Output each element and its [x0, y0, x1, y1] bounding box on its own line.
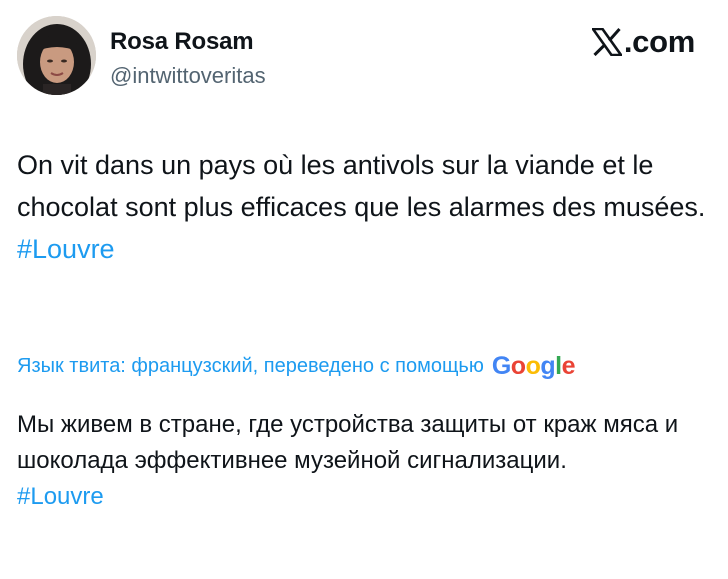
translation-label[interactable]: Язык твита: французский, переведено с по… [17, 355, 484, 378]
translated-hashtag-link[interactable]: #Louvre [17, 479, 717, 515]
google-logo-letter: o [510, 352, 526, 380]
translated-body: Мы живем в стране, где устройства защиты… [17, 407, 717, 515]
translated-text: Мы живем в стране, где устройства защиты… [17, 411, 679, 474]
google-logo-letter: G [491, 352, 511, 380]
x-logo-icon [591, 28, 622, 56]
tweet-body: On vit dans un pays où les antivols sur … [17, 144, 717, 270]
x-com-brand: .com [591, 24, 695, 60]
avatar[interactable] [17, 16, 96, 95]
google-logo-letter: o [525, 352, 541, 380]
tweet-hashtag-link[interactable]: #Louvre [17, 228, 717, 270]
author-display-name[interactable]: Rosa Rosam [110, 28, 254, 56]
avatar-image [17, 16, 96, 95]
author-handle[interactable]: @intwittoveritas [110, 63, 266, 89]
tweet-text: On vit dans un pays où les antivols sur … [17, 150, 706, 222]
translation-attribution: Язык твита: французский, переведено с по… [17, 352, 576, 381]
google-logo: Google [491, 352, 576, 381]
google-logo-letter: e [561, 352, 576, 380]
google-logo-letter: g [540, 352, 556, 380]
brand-label: .com [623, 24, 695, 59]
